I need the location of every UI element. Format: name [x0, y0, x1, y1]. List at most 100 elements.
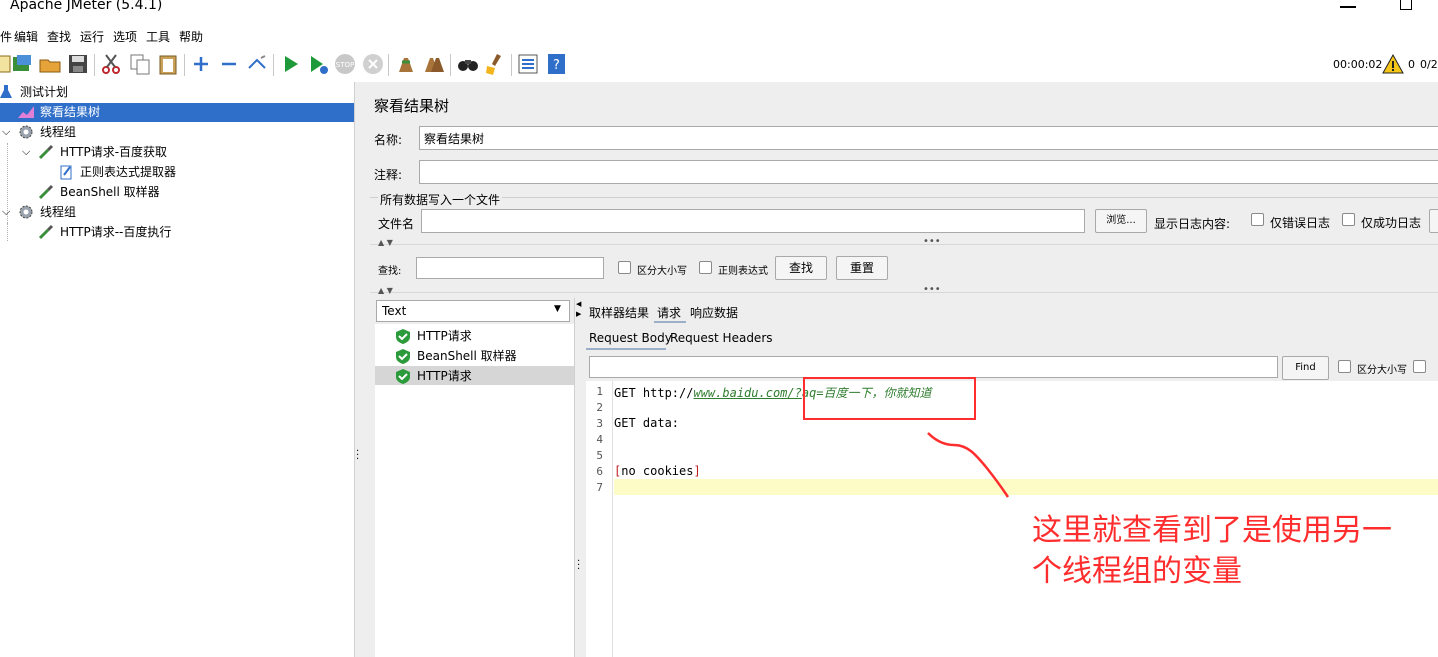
- success-only-label: 仅成功日志: [1361, 216, 1422, 230]
- collapse-arrows-icon[interactable]: ▲ ▼: [378, 238, 393, 247]
- tab-request[interactable]: 请求: [657, 304, 681, 321]
- regex-label: 正则表达式: [718, 266, 768, 277]
- svg-text:?: ?: [553, 58, 560, 73]
- success-shield-icon: [396, 329, 410, 344]
- warning-icon[interactable]: [1382, 54, 1404, 74]
- name-input[interactable]: [419, 126, 1438, 150]
- menu-options[interactable]: 选项: [113, 28, 137, 45]
- tab-sampler-result[interactable]: 取样器结果: [589, 304, 649, 321]
- expand-icon[interactable]: [189, 52, 213, 76]
- code-bracket: ]: [693, 464, 701, 478]
- chevron-down-icon[interactable]: ⌵: [2, 122, 10, 142]
- line-number: 6: [596, 465, 603, 478]
- start-no-pauses-icon[interactable]: [306, 52, 330, 76]
- tab-response-data[interactable]: 响应数据: [690, 304, 738, 321]
- search-icon[interactable]: [456, 52, 480, 76]
- code-text: no cookies: [621, 464, 694, 478]
- toggle-icon[interactable]: [245, 52, 269, 76]
- jmeter-window: Apache JMeter (5.4.1) 件 编辑 查找 运行 选项 工具 帮…: [0, 0, 1438, 657]
- comment-label: 注释:: [374, 168, 403, 182]
- splitter-left-arrow-icon: ◀: [576, 300, 582, 308]
- save-icon[interactable]: [66, 52, 90, 76]
- case-sensitive-checkbox[interactable]: [618, 261, 631, 274]
- chevron-down-icon[interactable]: ⌵: [22, 142, 30, 162]
- reset-search-icon[interactable]: [483, 52, 507, 76]
- renderer-select[interactable]: Text ▼: [376, 300, 570, 322]
- line-number: 5: [596, 449, 603, 462]
- request-find-input[interactable]: [589, 356, 1278, 378]
- extractor-icon: [60, 165, 72, 180]
- annotation-arrow-scribble: [927, 432, 1010, 498]
- errors-only-checkbox[interactable]: [1251, 213, 1264, 226]
- function-helper-icon[interactable]: [516, 52, 540, 76]
- annotation-text-line-1: 这里就查看到了是使用另一: [1032, 513, 1392, 548]
- request-case-checkbox[interactable]: [1338, 360, 1351, 373]
- code-line-6: [no cookies]: [614, 464, 701, 478]
- chevron-down-icon[interactable]: ⌵: [2, 202, 10, 222]
- errors-only-label: 仅错误日志: [1270, 216, 1331, 230]
- stop-icon[interactable]: STOP: [333, 52, 357, 76]
- success-only-checkbox[interactable]: [1342, 213, 1355, 226]
- find-button[interactable]: 查找: [775, 256, 827, 280]
- active-threads: 0/2: [1420, 58, 1438, 71]
- gear-icon: [19, 125, 33, 139]
- annotation-box: [803, 377, 976, 420]
- line-number: 2: [596, 401, 603, 414]
- templates-icon[interactable]: [10, 52, 34, 76]
- collapse-arrows-icon[interactable]: ▲ ▼: [378, 286, 393, 295]
- filename-input[interactable]: [421, 209, 1085, 233]
- name-label: 名称:: [374, 133, 403, 147]
- request-case-label: 区分大小写: [1357, 365, 1407, 376]
- toolbar-separator: [273, 54, 274, 76]
- minimize-button[interactable]: [1340, 6, 1356, 8]
- splitter-grip-icon: · · ·: [356, 446, 360, 465]
- browse-button[interactable]: 浏览...: [1095, 209, 1147, 233]
- filename-label: 文件名: [378, 217, 415, 231]
- main-splitter[interactable]: · · ·: [354, 82, 366, 657]
- code-link: www.baidu.com/?: [693, 386, 802, 400]
- menu-file[interactable]: 件: [0, 28, 12, 45]
- configure-button[interactable]: [1429, 209, 1438, 233]
- menu-tools[interactable]: 工具: [146, 28, 170, 45]
- chart-icon: [18, 106, 34, 118]
- tab-request-headers[interactable]: Request Headers: [670, 331, 773, 345]
- open-icon[interactable]: [38, 52, 62, 76]
- request-regex-checkbox[interactable]: [1413, 360, 1426, 373]
- request-find-button[interactable]: Find: [1282, 356, 1329, 380]
- collapse-icon[interactable]: [217, 52, 241, 76]
- comment-input[interactable]: [419, 160, 1438, 184]
- menu-help[interactable]: 帮助: [179, 28, 203, 45]
- active-subtab-indicator: [586, 348, 666, 350]
- line-number: 1: [596, 385, 603, 398]
- search-input[interactable]: [416, 257, 604, 279]
- results-splitter[interactable]: ◀ ▶ · · ·: [574, 298, 584, 657]
- tab-request-body[interactable]: Request Body: [589, 331, 672, 345]
- panel-title: 察看结果树: [374, 97, 450, 115]
- splitter-grip-icon[interactable]: •••: [923, 284, 941, 295]
- cut-icon[interactable]: [99, 52, 123, 76]
- clear-icon[interactable]: [394, 52, 418, 76]
- menu-run[interactable]: 运行: [80, 28, 104, 45]
- test-plan-tree: 测试计划 察看结果树 ⌵ 线程组 ⌵ HTTP请求-百度获取 正则表达式提取器 …: [0, 82, 354, 657]
- help-icon[interactable]: ?: [545, 52, 569, 76]
- clear-all-icon[interactable]: [422, 52, 446, 76]
- pipette-icon: [38, 224, 54, 240]
- pipette-icon: [38, 184, 54, 200]
- start-icon[interactable]: [279, 52, 303, 76]
- code-text: GET http://: [614, 386, 694, 400]
- toolbar-separator: [511, 54, 512, 76]
- shutdown-icon[interactable]: [361, 52, 385, 76]
- menu-search[interactable]: 查找: [47, 28, 71, 45]
- maximize-button[interactable]: [1400, 0, 1412, 10]
- regex-checkbox[interactable]: [699, 261, 712, 274]
- menu-edit[interactable]: 编辑: [14, 28, 38, 45]
- copy-icon[interactable]: [128, 52, 152, 76]
- toolbar-separator: [184, 54, 185, 76]
- active-tab-indicator: [654, 321, 686, 323]
- results-list: HTTP请求 BeanShell 取样器 HTTP请求: [375, 324, 574, 657]
- paste-icon[interactable]: [156, 52, 180, 76]
- splitter-grip-icon[interactable]: •••: [923, 236, 941, 247]
- search-label: 查找:: [378, 266, 402, 277]
- divider: [370, 292, 1438, 293]
- reset-button[interactable]: 重置: [836, 256, 888, 280]
